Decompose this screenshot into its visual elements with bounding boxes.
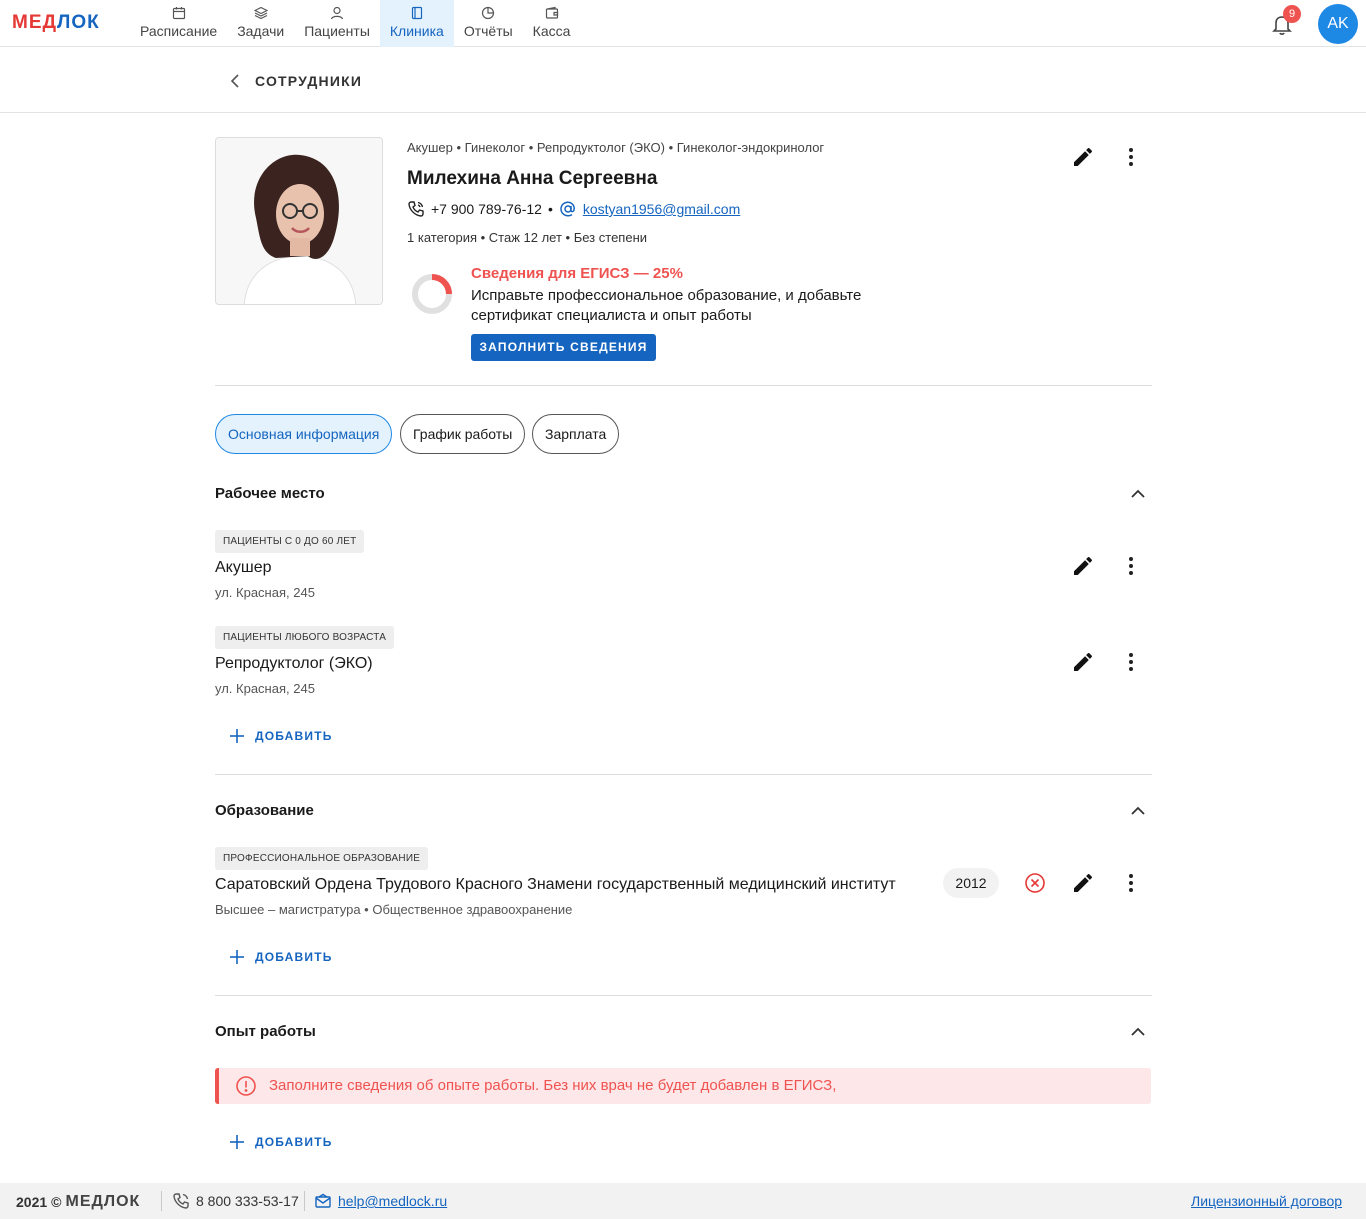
plus-icon [230,950,244,964]
logo-part-red: МЕД [12,12,58,33]
footer-email-link[interactable]: help@medlock.ru [338,1193,447,1209]
more-vertical-icon[interactable] [1119,871,1143,895]
nav-item-label: Клиника [389,23,444,39]
experience-section-title: Опыт работы [215,1023,316,1040]
egisz-progress-ring [412,274,452,314]
tab-schedule[interactable]: График работы [400,414,526,454]
nav-item-label: Задачи [237,23,285,39]
contact-separator: • [547,201,553,217]
footer-phone-number[interactable]: 8 800 333-53-17 [196,1193,299,1209]
education-section-title: Образование [215,802,314,819]
employee-contacts: +7 900 789-76-12 • kostyan1956@gmail.com [407,200,740,218]
add-label: ДОБАВИТЬ [255,950,333,964]
footer-email: help@medlock.ru [314,1192,447,1210]
alert-circle-icon [236,1076,256,1096]
plus-icon [230,729,244,743]
breadcrumb-title[interactable]: СОТРУДНИКИ [255,73,362,89]
footer-logo: МЕДЛОК [65,1193,141,1210]
egisz-title: Сведения для ЕГИСЗ — 25% [471,265,683,282]
education-title: Саратовский Ордена Трудового Красного Зн… [215,876,896,893]
notification-badge: 9 [1283,5,1301,23]
more-vertical-icon[interactable] [1119,554,1143,578]
footer-divider [161,1191,162,1211]
employee-phone[interactable]: +7 900 789-76-12 [431,201,542,217]
tab-main-info[interactable]: Основная информация [215,414,393,454]
employee-specialties: Акушер • Гинеколог • Репродуктолог (ЭКО)… [407,140,825,155]
add-education-button[interactable]: ДОБАВИТЬ [229,947,333,967]
footer: 2021 © МЕДЛОК 8 800 333-53-17 help@medlo… [0,1183,1366,1219]
more-vertical-icon[interactable] [1119,650,1143,674]
alert-text: Заполните сведения об опыте работы. Без … [269,1077,837,1094]
workplace-address: ул. Красная, 245 [215,681,315,696]
edit-pencil-icon[interactable] [1071,871,1095,895]
phone-icon [408,201,424,217]
edit-pencil-icon[interactable] [1071,554,1095,578]
edit-pencil-icon[interactable] [1071,650,1095,674]
layers-icon [253,6,268,20]
logo-part-blue: ЛОК [57,12,100,33]
copyright-icon: © [51,1194,62,1210]
chevron-left-icon[interactable] [226,72,244,90]
phone-icon [173,1193,189,1209]
employee-email-link[interactable]: kostyan1956@gmail.com [583,201,740,217]
pie-chart-icon [482,6,495,20]
education-details: Высшее – магистратура • Общественное здр… [215,902,573,917]
book-icon [411,6,422,20]
calendar-icon [172,7,185,20]
egisz-hint: Исправьте профессиональное образование, … [471,287,862,324]
mail-icon [315,1193,331,1208]
app-logo[interactable]: МЕДЛОК [12,12,100,34]
add-experience-button[interactable]: ДОБАВИТЬ [229,1132,333,1152]
workplace-section-title: Рабочее место [215,485,325,502]
employee-name: Милехина Анна Сергеевна [407,168,658,189]
nav-item-tasks[interactable]: Задачи [227,0,294,47]
employee-photo [215,137,383,305]
education-chip: ПРОФЕССИОНАЛЬНОЕ ОБРАЗОВАНИЕ [215,847,429,870]
license-link[interactable]: Лицензионный договор [1191,1193,1342,1209]
nav-item-cashbox[interactable]: Касса [523,0,581,47]
add-label: ДОБАВИТЬ [255,729,333,743]
workplace-title: Акушер [215,559,272,576]
error-circle-icon[interactable] [1023,871,1047,895]
divider [215,385,1152,386]
nav-item-patients[interactable]: Пациенты [294,0,380,47]
nav-item-schedule[interactable]: Расписание [130,0,227,47]
fill-info-button[interactable]: ЗАПОЛНИТЬ СВЕДЕНИЯ [471,334,656,361]
nav-item-clinic[interactable]: Клиника [379,0,454,47]
footer-divider [304,1191,305,1211]
footer-copyright: 2021 © МЕДЛОК [16,1193,140,1211]
nav-item-label: Пациенты [304,23,370,39]
education-year: 2012 [943,868,999,898]
at-icon [560,201,575,217]
plus-icon [230,1135,244,1149]
chevron-up-icon[interactable] [1128,1022,1148,1042]
nav-item-label: Касса [532,23,571,39]
user-icon [330,6,344,20]
tab-salary[interactable]: Зарплата [532,414,620,454]
main-nav: Расписание Задачи Пациенты Клиника Отчёт… [130,0,580,47]
add-label: ДОБАВИТЬ [255,1135,333,1149]
workplace-title: Репродуктолог (ЭКО) [215,655,373,672]
user-avatar[interactable]: AK [1318,4,1358,44]
divider [215,995,1152,996]
nav-item-label: Отчёты [463,23,513,39]
chevron-up-icon[interactable] [1128,484,1148,504]
divider [215,774,1152,775]
breadcrumb: СОТРУДНИКИ [0,48,1366,113]
more-vertical-icon[interactable] [1119,145,1143,169]
chevron-up-icon[interactable] [1128,801,1148,821]
nav-item-reports[interactable]: Отчёты [454,0,523,47]
edit-pencil-icon[interactable] [1071,145,1095,169]
employee-meta: 1 категория • Стаж 12 лет • Без степени [407,230,648,245]
wallet-icon [545,6,558,19]
workplace-address: ул. Красная, 245 [215,585,315,600]
footer-phone: 8 800 333-53-17 [172,1192,299,1210]
footer-year: 2021 [16,1194,48,1210]
add-workplace-button[interactable]: ДОБАВИТЬ [229,726,333,746]
experience-alert: Заполните сведения об опыте работы. Без … [215,1068,1151,1104]
workplace-chip: ПАЦИЕНТЫ ЛЮБОГО ВОЗРАСТА [215,626,395,649]
top-navbar: МЕДЛОК Расписание Задачи Пациенты Клиник… [0,0,1366,47]
workplace-chip: ПАЦИЕНТЫ С 0 ДО 60 ЛЕТ [215,530,365,553]
nav-item-label: Расписание [140,23,218,39]
